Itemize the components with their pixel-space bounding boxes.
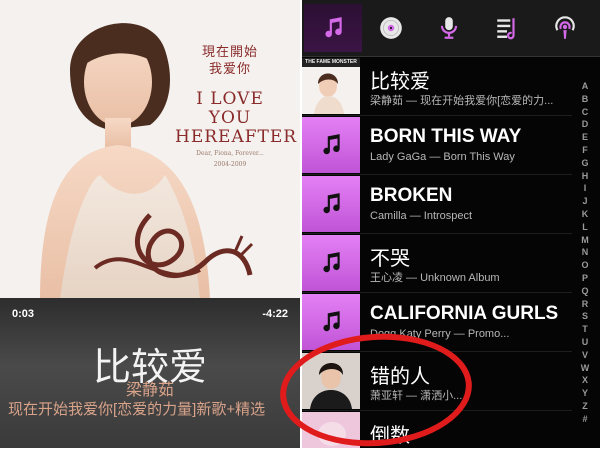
playlist-icon — [497, 18, 515, 40]
alphabet-index-letter[interactable]: Z — [572, 400, 598, 413]
album-art-thumbnail — [302, 412, 360, 448]
now-playing-pane: 現在開始 我爱你 I LOVE YOU HEREAFTER Dear, Fion… — [0, 0, 300, 448]
song-row[interactable]: THE FAME MONSTER 比较爱 梁静茹 — 现在开始我爱你[恋爱的力.… — [302, 57, 572, 116]
cover-years: 2004-2009 — [213, 161, 247, 168]
alphabet-index-letter[interactable]: Q — [572, 285, 598, 298]
library-pane: THE FAME MONSTER 比较爱 梁静茹 — 现在开始我爱你[恋爱的力.… — [302, 0, 600, 448]
song-title: BORN THIS WAY — [370, 126, 522, 147]
tab-playlists[interactable] — [478, 4, 536, 52]
cover-title-zh-line2: 我爱你 — [208, 62, 251, 77]
song-row[interactable]: 倒数 — [302, 411, 572, 448]
alphabet-index-letter[interactable]: B — [572, 93, 598, 106]
album-cover: 現在開始 我爱你 I LOVE YOU HEREAFTER Dear, Fion… — [0, 0, 300, 300]
alphabet-index-letter[interactable]: R — [572, 298, 598, 311]
song-title: CALIFORNIA GURLS — [370, 303, 559, 324]
player-info-panel[interactable]: 0:03 -4:22 比较爱 梁静茹 现在开始我爱你[恋爱的力量]新歌+精选 — [0, 298, 300, 448]
alphabet-index-letter[interactable]: A — [572, 80, 598, 93]
alphabet-index-letter[interactable]: C — [572, 106, 598, 119]
music-note-icon — [323, 193, 340, 214]
cover-tagline: Dear, Fiona, Forever... — [196, 150, 264, 157]
song-subtitle: 萧亚轩 — 潇洒小... — [370, 390, 463, 402]
music-note-thumbnail — [302, 294, 360, 350]
music-note-icon — [323, 311, 340, 332]
song-subtitle: Lady GaGa — Born This Way — [370, 151, 515, 163]
cover-title-en-line1: I LOVE YOU — [196, 89, 264, 128]
song-row[interactable]: BROKEN Camilla — Introspect — [302, 175, 572, 234]
remaining-time: -4:22 — [262, 308, 288, 320]
song-subtitle: 梁静茹 — 现在开始我爱你[恋爱的力... — [370, 95, 554, 107]
alphabet-index-letter[interactable]: G — [572, 157, 598, 170]
alphabet-index-letter[interactable]: I — [572, 182, 598, 195]
song-row[interactable]: 错的人 萧亚轩 — 潇洒小... — [302, 352, 572, 411]
alphabet-index-letter[interactable]: S — [572, 310, 598, 323]
album-art-overlay-text: THE FAME MONSTER — [305, 59, 357, 65]
music-note-thumbnail — [302, 117, 360, 173]
alphabet-index-letter[interactable]: H — [572, 170, 598, 183]
song-row[interactable]: BORN THIS WAY Lady GaGa — Born This Way — [302, 116, 572, 175]
alphabet-index-letter[interactable]: X — [572, 374, 598, 387]
album-art-thumbnail: THE FAME MONSTER — [302, 58, 360, 114]
song-title: 错的人 — [370, 366, 430, 388]
song-row[interactable]: CALIFORNIA GURLS Dogg Katy Perry — Promo… — [302, 293, 572, 352]
cover-title-en-line2: HEREAFTER — [175, 127, 298, 147]
alphabet-index-letter[interactable]: W — [572, 362, 598, 375]
artist-photo-thumbnail — [302, 353, 360, 409]
music-note-icon — [323, 134, 340, 155]
alphabet-index-letter[interactable]: K — [572, 208, 598, 221]
alphabet-index-letter[interactable]: D — [572, 118, 598, 131]
tab-songs[interactable] — [304, 4, 362, 52]
alphabet-index-letter[interactable]: # — [572, 413, 598, 426]
alphabet-index-letter[interactable]: N — [572, 246, 598, 259]
music-note-thumbnail — [302, 176, 360, 232]
song-row[interactable]: 不哭 王心凌 — Unknown Album — [302, 234, 572, 293]
cover-title: 現在開始 我爱你 I LOVE YOU HEREAFTER Dear, Fion… — [175, 44, 298, 169]
tab-albums[interactable] — [362, 4, 420, 52]
microphone-icon — [440, 17, 458, 39]
music-note-icon — [325, 17, 342, 38]
alphabet-index-letter[interactable]: P — [572, 272, 598, 285]
song-title: 不哭 — [370, 248, 410, 270]
song-title: 比较爱 — [370, 71, 430, 93]
artist-photo — [302, 353, 360, 409]
tab-artists[interactable] — [420, 4, 478, 52]
alphabet-index-letter[interactable]: O — [572, 259, 598, 272]
song-title: 倒数 — [370, 425, 410, 447]
tab-podcasts[interactable] — [536, 4, 594, 52]
now-playing-album: 现在开始我爱你[恋爱的力量]新歌+精选 — [8, 401, 266, 418]
elapsed-time: 0:03 — [12, 308, 35, 320]
song-subtitle: Camilla — Introspect — [370, 210, 473, 222]
alphabet-index[interactable]: A B C D E F G H I J K L M N O P Q R S T U V W X Y Z # — [572, 80, 598, 426]
album-art-image — [302, 412, 360, 448]
alphabet-index-letter[interactable]: F — [572, 144, 598, 157]
alphabet-index-letter[interactable]: T — [572, 323, 598, 336]
alphabet-index-letter[interactable]: V — [572, 349, 598, 362]
now-playing-artist: 梁静茹 — [125, 382, 174, 399]
song-title: BROKEN — [370, 185, 453, 206]
alphabet-index-letter[interactable]: M — [572, 234, 598, 247]
category-tabbar — [302, 0, 600, 57]
disc-icon — [380, 17, 402, 39]
cover-title-zh-line1: 現在開始 — [201, 45, 258, 60]
podcast-icon — [555, 16, 575, 39]
song-subtitle: 王心凌 — Unknown Album — [370, 272, 500, 284]
song-subtitle: Dogg Katy Perry — Promo... — [370, 328, 510, 340]
alphabet-index-letter[interactable]: L — [572, 221, 598, 234]
alphabet-index-letter[interactable]: E — [572, 131, 598, 144]
alphabet-index-letter[interactable]: U — [572, 336, 598, 349]
alphabet-index-letter[interactable]: J — [572, 195, 598, 208]
music-note-icon — [323, 252, 340, 273]
music-note-thumbnail — [302, 235, 360, 291]
alphabet-index-letter[interactable]: Y — [572, 387, 598, 400]
